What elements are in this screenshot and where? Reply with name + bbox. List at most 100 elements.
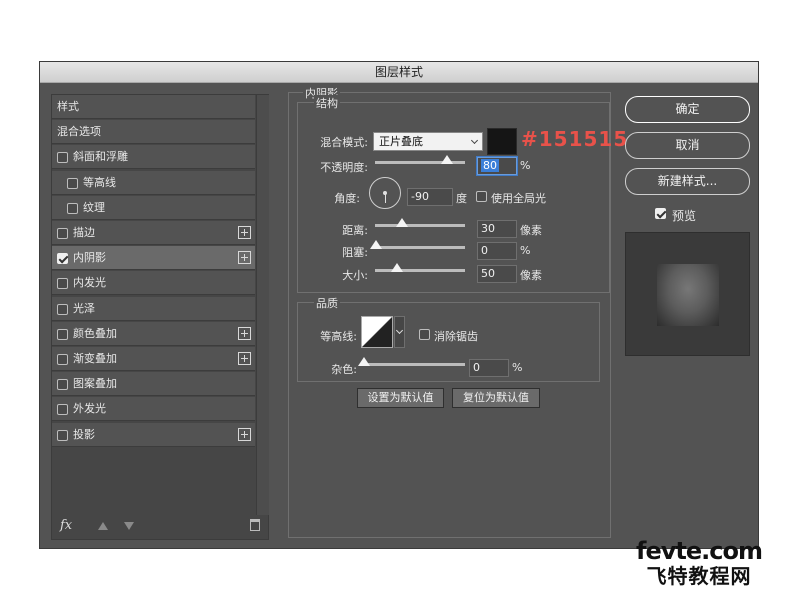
add-effect-icon[interactable] [238, 427, 251, 441]
style-checkbox[interactable] [67, 202, 78, 214]
distance-slider-thumb[interactable] [396, 218, 408, 227]
move-down-icon[interactable] [124, 522, 134, 530]
add-effect-icon[interactable] [238, 251, 251, 265]
dialog-title: 图层样式 [40, 62, 758, 83]
blend-mode-value: 正片叠底 [379, 135, 423, 148]
style-checkbox[interactable] [57, 303, 68, 315]
style-item[interactable]: 样式 [52, 95, 255, 119]
distance-input[interactable]: 30 [477, 220, 517, 238]
ok-button[interactable]: 确定 [625, 96, 750, 123]
blend-mode-select[interactable]: 正片叠底 [373, 132, 483, 151]
quality-title: 品质 [314, 295, 340, 311]
cancel-button[interactable]: 取消 [625, 132, 750, 159]
styles-list-scrollbar[interactable] [256, 95, 269, 515]
noise-input[interactable]: 0 [469, 359, 509, 377]
style-item-label: 外发光 [73, 402, 106, 416]
size-input[interactable]: 50 [477, 265, 517, 283]
style-checkbox[interactable] [57, 152, 68, 164]
contour-dropdown[interactable] [394, 316, 405, 348]
structure-title: 结构 [314, 95, 340, 111]
distance-label: 距离: [342, 224, 368, 237]
size-slider-thumb[interactable] [391, 263, 403, 272]
move-up-icon[interactable] [98, 522, 108, 530]
style-checkbox[interactable] [57, 278, 68, 290]
style-item[interactable]: 等高线 [52, 170, 255, 195]
choke-slider[interactable] [370, 240, 465, 249]
choke-slider-thumb[interactable] [370, 240, 382, 249]
style-item-label: 混合选项 [57, 125, 101, 139]
angle-label: 角度: [334, 192, 360, 205]
add-effect-icon[interactable] [238, 352, 251, 365]
watermark-site-name: 飞特教程网 [646, 564, 752, 588]
opacity-input[interactable]: 80 [477, 157, 517, 175]
style-checkbox[interactable] [57, 253, 68, 265]
angle-input[interactable]: -90 [407, 188, 453, 206]
noise-label: 杂色: [331, 363, 357, 376]
style-item-label: 图案叠加 [73, 377, 117, 391]
style-item-label: 颜色叠加 [73, 326, 117, 340]
global-light-label: 使用全局光 [491, 192, 546, 205]
style-item-label: 样式 [57, 100, 79, 113]
choke-label: 阻塞: [342, 246, 368, 259]
angle-dial-needle [385, 193, 386, 203]
style-item[interactable]: 内阴影 [52, 246, 255, 271]
style-item-label: 等高线 [83, 175, 116, 189]
style-item[interactable]: 光泽 [52, 296, 255, 321]
choke-unit: % [520, 244, 531, 257]
anti-alias-checkbox[interactable] [419, 329, 430, 340]
fx-icon[interactable]: fx [60, 518, 72, 533]
blend-mode-label: 混合模式: [320, 136, 368, 149]
style-item[interactable]: 颜色叠加 [52, 321, 255, 346]
distance-slider[interactable] [375, 218, 465, 227]
style-checkbox[interactable] [57, 328, 68, 340]
style-checkbox[interactable] [57, 379, 68, 391]
make-default-button[interactable]: 设置为默认值 [357, 388, 444, 408]
angle-dial[interactable] [369, 177, 401, 209]
style-item-label: 描边 [73, 226, 95, 239]
style-checkbox[interactable] [57, 354, 68, 365]
contour-label: 等高线: [320, 330, 357, 343]
style-item[interactable]: 描边 [52, 221, 255, 245]
add-effect-icon[interactable] [238, 226, 251, 239]
style-item[interactable]: 混合选项 [52, 120, 255, 145]
opacity-label: 不透明度: [320, 161, 368, 174]
style-checkbox[interactable] [57, 228, 68, 239]
noise-slider[interactable] [358, 357, 465, 366]
color-hex-annotation: #151515 [521, 127, 629, 151]
styles-list: 样式混合选项斜面和浮雕等高线纹理描边内阴影 内发光 光泽颜色叠加渐变叠加图案叠加外发… [51, 94, 269, 540]
style-item[interactable]: 内发光 [52, 271, 255, 296]
new-style-button[interactable]: 新建样式... [625, 168, 750, 195]
opacity-slider-thumb[interactable] [441, 155, 453, 164]
opacity-slider[interactable] [375, 155, 465, 164]
shadow-color-swatch[interactable] [487, 128, 517, 155]
contour-preview[interactable] [361, 316, 393, 348]
style-item[interactable]: 纹理 [52, 195, 255, 220]
size-slider[interactable] [375, 263, 465, 272]
choke-input[interactable]: 0 [477, 242, 517, 260]
style-item[interactable]: 外发光 [52, 397, 255, 422]
trash-icon[interactable] [250, 519, 260, 531]
style-item[interactable]: 渐变叠加 [52, 347, 255, 371]
style-preview [625, 232, 750, 356]
style-item-label: 投影 [73, 427, 95, 441]
global-light-checkbox[interactable] [476, 191, 487, 202]
preview-label: 预览 [672, 209, 697, 223]
preview-checkbox[interactable] [655, 208, 666, 219]
style-item[interactable]: 投影 [52, 422, 255, 447]
style-checkbox[interactable] [57, 404, 68, 416]
style-checkbox[interactable] [57, 429, 68, 441]
noise-slider-thumb[interactable] [358, 357, 370, 366]
noise-unit: % [512, 361, 523, 374]
reset-default-button[interactable]: 复位为默认值 [452, 388, 540, 408]
preview-swatch [657, 264, 719, 326]
size-label: 大小: [342, 269, 368, 282]
size-unit: 像素 [520, 269, 542, 282]
opacity-unit: % [520, 159, 531, 172]
quality-group: 品质 等高线: 消除锯齿 杂色: 0 % [297, 295, 600, 382]
style-item[interactable]: 斜面和浮雕 [52, 145, 255, 170]
watermark: fevte.com 飞特教程网 [636, 538, 763, 588]
style-item-label: 斜面和浮雕 [73, 150, 128, 164]
style-checkbox[interactable] [67, 177, 78, 189]
style-item[interactable]: 图案叠加 [52, 372, 255, 397]
add-effect-icon[interactable] [238, 326, 251, 340]
